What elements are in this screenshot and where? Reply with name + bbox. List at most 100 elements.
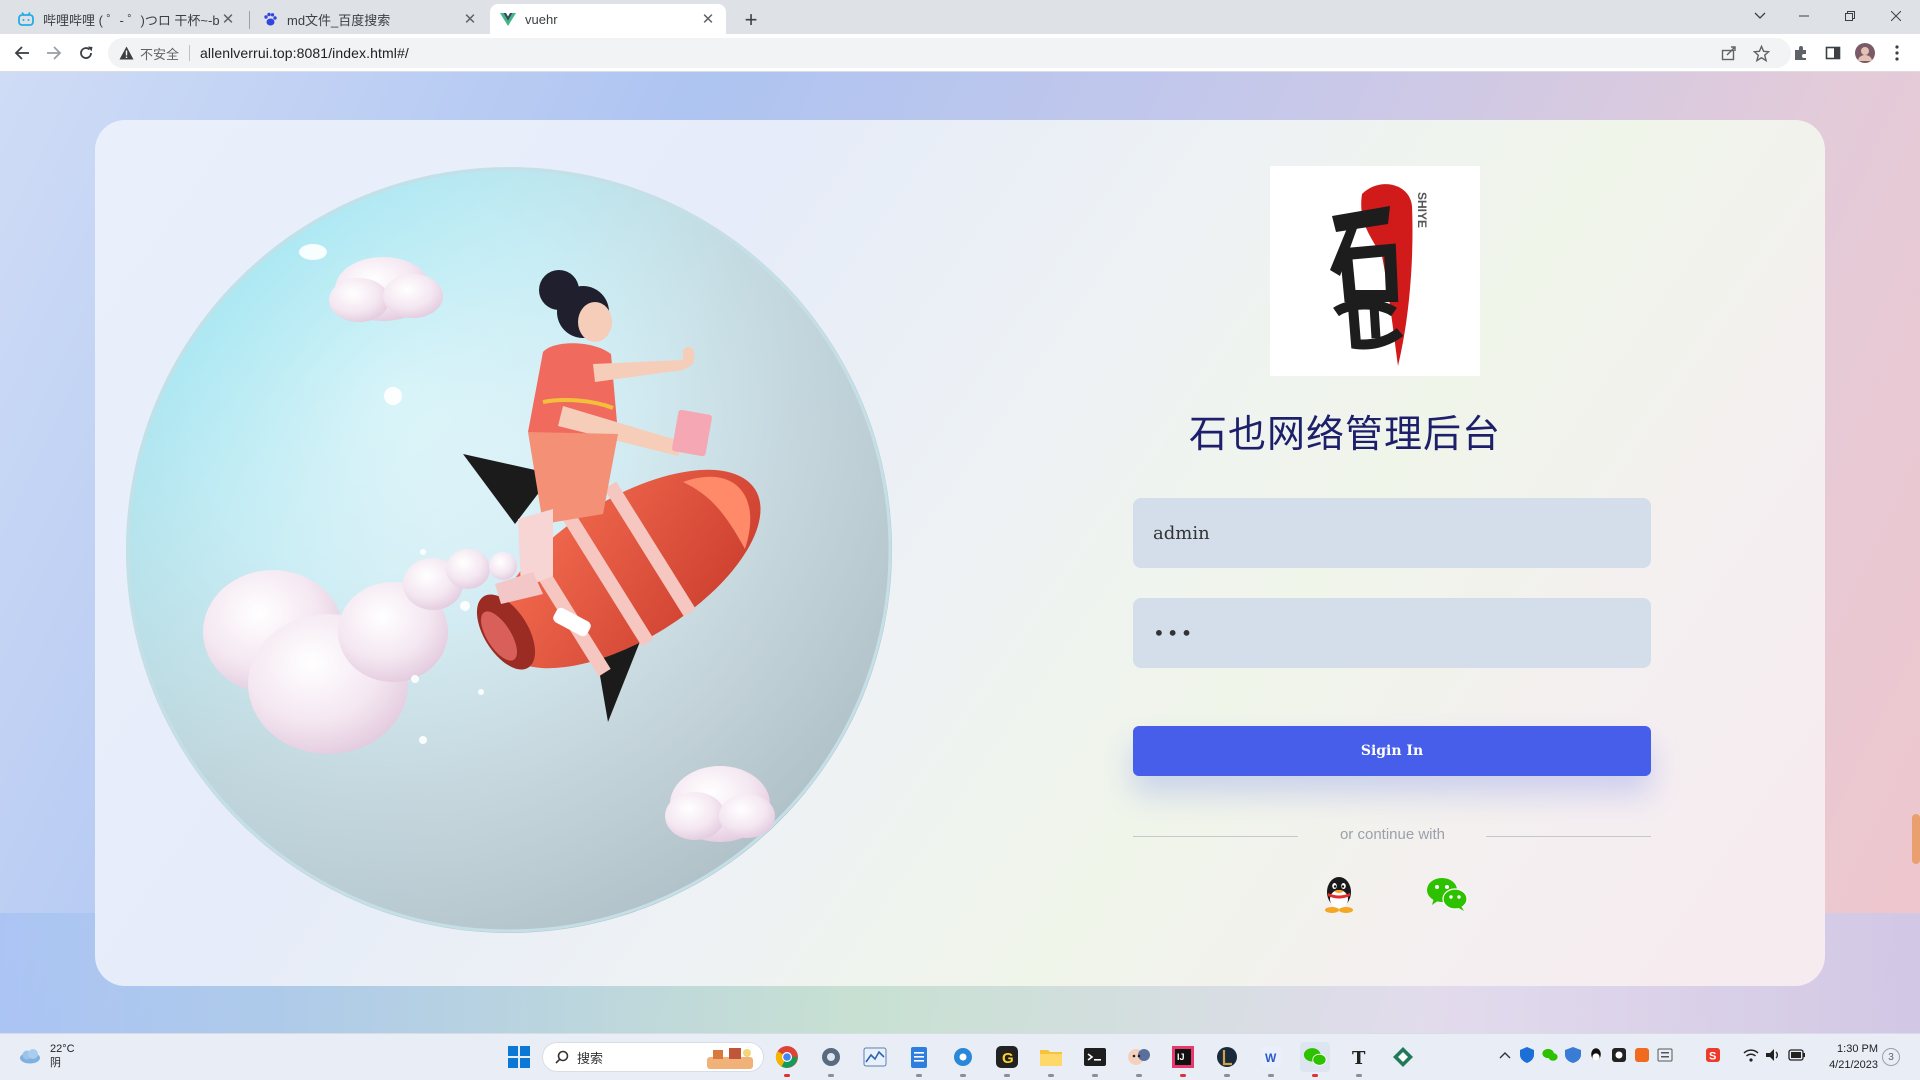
weather-widget[interactable]: 22°C 阴: [18, 1042, 75, 1070]
taskbar-search[interactable]: 搜索: [542, 1042, 764, 1072]
rocket-bubble-illustration: [126, 167, 892, 933]
taskbar-clock[interactable]: 1:30 PM 4/21/2023: [1808, 1041, 1878, 1073]
taskbar-g-app[interactable]: G: [992, 1042, 1022, 1077]
search-placeholder: 搜索: [577, 1050, 604, 1066]
taskbar-file-explorer[interactable]: [1036, 1042, 1066, 1077]
taskbar-settings-blue[interactable]: [948, 1042, 978, 1077]
tray-qq-icon[interactable]: [1585, 1044, 1607, 1066]
scrollbar-thumb[interactable]: [1912, 814, 1920, 864]
logo-text: SHIYE: [1415, 192, 1429, 228]
tray-orange-icon[interactable]: [1631, 1044, 1653, 1066]
league-icon: [1217, 1047, 1237, 1067]
tray-sogou-icon[interactable]: S: [1702, 1044, 1724, 1066]
close-tab-icon[interactable]: ✕: [700, 11, 716, 28]
svg-text:T: T: [1352, 1048, 1366, 1068]
notification-badge[interactable]: 3: [1882, 1048, 1900, 1066]
start-button[interactable]: [504, 1042, 534, 1072]
close-tab-icon[interactable]: ✕: [462, 11, 478, 28]
running-indicator: [1180, 1074, 1186, 1077]
restore-button[interactable]: [1830, 2, 1870, 30]
minimize-button[interactable]: [1784, 2, 1824, 30]
sign-in-button[interactable]: Sigin In: [1133, 726, 1651, 776]
extensions-icon[interactable]: [1791, 43, 1811, 63]
tray-ime-icon[interactable]: [1654, 1044, 1676, 1066]
tray-wechat-icon[interactable]: [1539, 1044, 1561, 1066]
taskbar-chrome[interactable]: [772, 1042, 802, 1077]
blue-gear-icon: [954, 1048, 972, 1066]
forward-button[interactable]: [40, 39, 68, 67]
taskbar-game[interactable]: [1212, 1042, 1242, 1077]
svg-text:G: G: [1002, 1050, 1014, 1067]
qq-login-button[interactable]: [1317, 872, 1361, 916]
svg-text:W: W: [1265, 1051, 1277, 1065]
taskbar-terminal[interactable]: [1080, 1042, 1110, 1077]
taskbar-settings[interactable]: [816, 1042, 846, 1077]
wechat-login-button[interactable]: [1425, 872, 1469, 916]
side-panel-icon[interactable]: [1823, 43, 1843, 63]
terminal-icon: [1084, 1048, 1106, 1066]
close-tab-icon[interactable]: ✕: [220, 11, 236, 28]
tab-title: vuehr: [525, 11, 558, 27]
address-divider: [189, 45, 191, 61]
green-diamond-icon: [1393, 1047, 1413, 1067]
weather-temp: 22°C: [50, 1043, 75, 1055]
reload-button[interactable]: [72, 39, 100, 67]
taskbar-jetbrains[interactable]: IJ: [1168, 1042, 1198, 1077]
svg-text:IJ: IJ: [1177, 1052, 1185, 1062]
security-label[interactable]: 不安全: [140, 44, 179, 63]
taskbar-notepad[interactable]: [904, 1042, 934, 1077]
tab-search-icon[interactable]: [1740, 2, 1780, 30]
profile-avatar[interactable]: [1855, 43, 1875, 63]
menu-kebab-icon[interactable]: [1887, 43, 1907, 63]
wifi-icon[interactable]: [1740, 1044, 1762, 1066]
running-indicator: [784, 1074, 790, 1077]
tray-camera-icon[interactable]: [1608, 1044, 1630, 1066]
tab-title: md文件_百度搜索: [287, 12, 391, 28]
url-text[interactable]: allenlverrui.top:8081/index.html#/: [200, 45, 409, 61]
back-button[interactable]: [8, 39, 36, 67]
weather-desc: 阴: [50, 1057, 61, 1069]
tab-vuehr[interactable]: vuehr ✕: [490, 4, 726, 34]
tray-shield-icon[interactable]: [1516, 1044, 1538, 1066]
page-background: SHIYE 石也网络管理后台 admin ••• Sigin In or con…: [0, 72, 1920, 1033]
browser-tab-strip: 哔哩哔哩 ( ゜- ゜)つロ 干杯~-bili ✕ md文件_百度搜索 ✕ vu…: [0, 0, 1920, 34]
battery-icon[interactable]: [1786, 1044, 1808, 1066]
new-tab-button[interactable]: +: [737, 6, 765, 34]
clock-time: 1:30 PM: [1837, 1043, 1878, 1055]
arrow-left-icon: [14, 46, 29, 60]
show-hidden-icons-chevron-icon[interactable]: [1494, 1044, 1516, 1066]
continue-with-label: or continue with: [1339, 826, 1446, 843]
bilibili-icon: [18, 11, 34, 27]
running-indicator: [1224, 1074, 1230, 1077]
tray-defender-icon[interactable]: [1562, 1044, 1584, 1066]
taskbar-typora[interactable]: T: [1344, 1042, 1374, 1077]
divider-right: [1486, 836, 1651, 837]
taskbar-word[interactable]: W: [1256, 1042, 1286, 1077]
username-input[interactable]: admin: [1133, 498, 1651, 568]
login-card: SHIYE 石也网络管理后台 admin ••• Sigin In or con…: [95, 120, 1825, 986]
shiye-calligraphy-logo: SHIYE: [1330, 184, 1429, 366]
bookmark-star-icon[interactable]: [1751, 43, 1771, 63]
volume-icon[interactable]: [1762, 1044, 1784, 1066]
gear-icon: [822, 1048, 840, 1066]
taskbar-wechat[interactable]: [1300, 1042, 1330, 1077]
wps-word-icon: W: [1261, 1047, 1281, 1067]
taskbar-app-green[interactable]: [1388, 1042, 1418, 1072]
share-icon[interactable]: [1719, 43, 1739, 63]
running-indicator: [828, 1074, 834, 1077]
address-bar[interactable]: 不安全 allenlverrui.top:8081/index.html#/: [108, 38, 1791, 68]
warning-icon[interactable]: [118, 45, 134, 61]
windows-taskbar: 22°C 阴 搜索 G IJ W T S 1:30 PM 4/21/2023 3: [0, 1033, 1920, 1080]
password-input[interactable]: •••: [1133, 598, 1651, 668]
close-window-button[interactable]: [1876, 2, 1916, 30]
taskbar-task-manager[interactable]: [860, 1042, 890, 1072]
notepad-icon: [911, 1047, 927, 1068]
tab-bilibili[interactable]: 哔哩哔哩 ( ゜- ゜)つロ 干杯~-bili ✕: [8, 4, 246, 34]
wechat-icon: [1427, 878, 1468, 911]
running-indicator: [1312, 1074, 1318, 1077]
taskbar-chat-app[interactable]: [1124, 1042, 1154, 1077]
cartoon-chat-icon: [1128, 1049, 1150, 1065]
tab-baidu[interactable]: md文件_百度搜索 ✕: [252, 4, 488, 34]
chrome-icon: [775, 1046, 798, 1068]
running-indicator: [1048, 1074, 1054, 1077]
